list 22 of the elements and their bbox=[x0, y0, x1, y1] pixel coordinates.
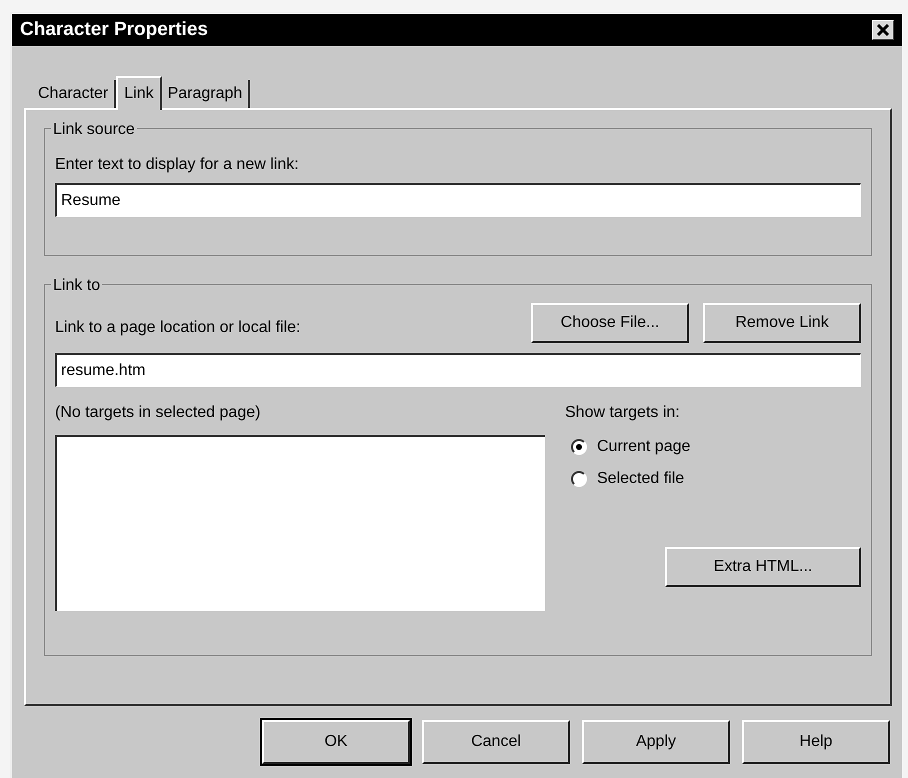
push-button[interactable]: Choose File... bbox=[531, 303, 689, 343]
close-button[interactable] bbox=[872, 20, 894, 40]
radio-button[interactable] bbox=[571, 471, 587, 487]
extra-html-button[interactable]: Extra HTML... bbox=[665, 547, 861, 587]
field-label: Enter text to display for a new link: bbox=[55, 155, 300, 175]
radio-button[interactable] bbox=[571, 439, 587, 455]
text-field[interactable]: resume.htm bbox=[55, 353, 861, 387]
close-icon bbox=[877, 24, 889, 36]
dialog-button[interactable]: Apply bbox=[582, 720, 730, 764]
field-label: Link to a page location or local file: bbox=[55, 318, 300, 338]
radio-group-label: Show targets in: bbox=[565, 403, 681, 423]
list-label: (No targets in selected page) bbox=[55, 403, 262, 423]
text-field[interactable]: Resume bbox=[55, 183, 861, 217]
push-button[interactable]: Remove Link bbox=[703, 303, 861, 343]
radio-option[interactable]: Selected file bbox=[571, 467, 861, 491]
radio-option[interactable]: Current page bbox=[571, 435, 861, 459]
dialog-button[interactable]: Help bbox=[742, 720, 890, 764]
tab[interactable]: Paragraph bbox=[162, 80, 250, 108]
window-title: Character Properties bbox=[20, 18, 208, 42]
dialog-button[interactable]: OK bbox=[262, 720, 410, 764]
dialog-button[interactable]: Cancel bbox=[422, 720, 570, 764]
tab[interactable]: Link bbox=[116, 76, 162, 110]
